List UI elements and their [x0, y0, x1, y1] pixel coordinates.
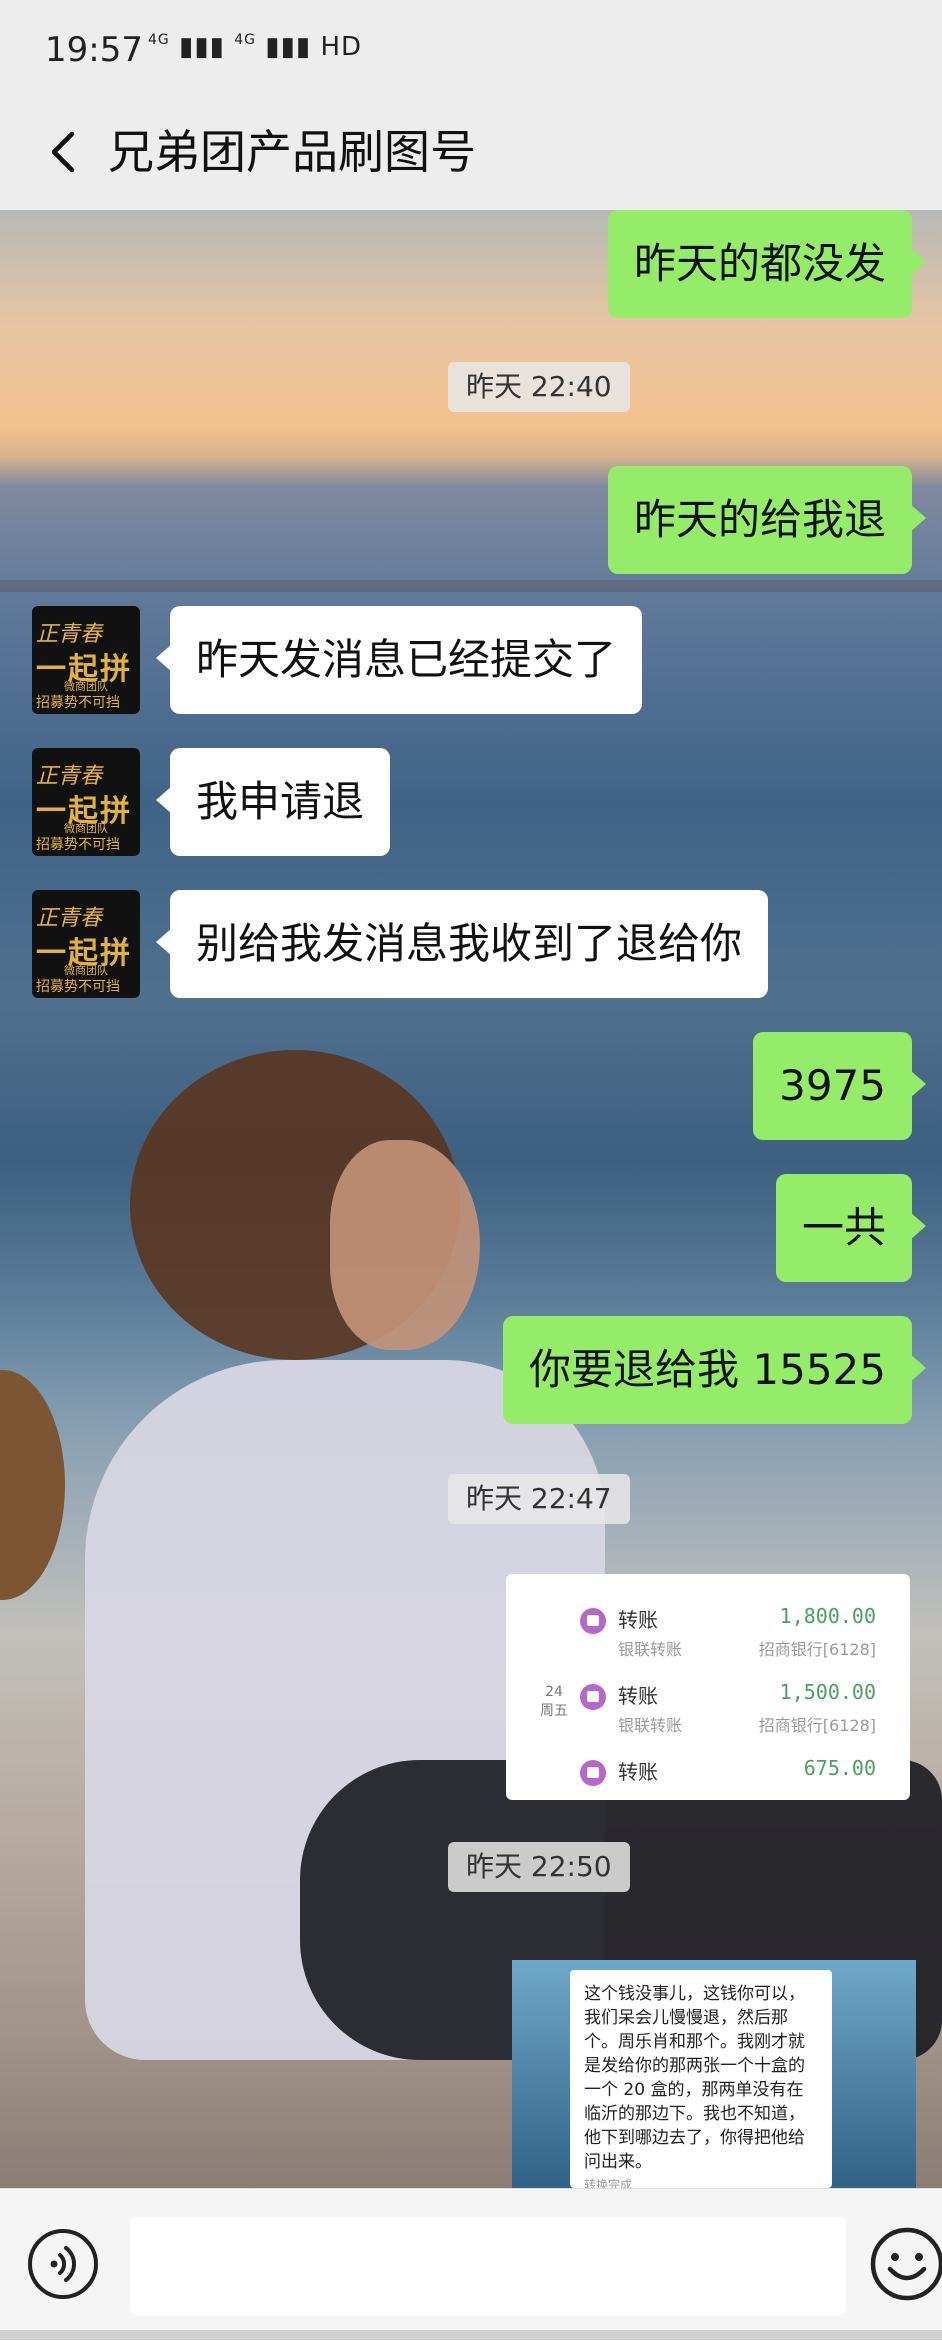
message-input[interactable] — [130, 2217, 846, 2315]
status-time: 19:57 — [45, 30, 143, 70]
message-bubble-sent[interactable]: 昨天的都没发 — [607, 210, 927, 318]
avatar-text: 招募势不可挡 — [36, 837, 120, 853]
chat-header: 兄弟团产品刷图号 — [0, 100, 942, 210]
network-label-2: 4G — [234, 32, 256, 48]
avatar-text: 招募势不可挡 — [36, 979, 120, 995]
voice-input-button[interactable] — [28, 2229, 98, 2299]
message-bubble-received[interactable]: 别给我发消息我收到了退给你 — [155, 890, 769, 998]
transfer-screenshot-image[interactable]: 24 周五 转账 银联转账 1,800.00 招商银行[6128] 转账 银联转… — [506, 1574, 910, 1800]
status-icons: 4G ▮▮▮ 4G ▮▮▮ HD — [148, 32, 362, 62]
transfer-type: 银联转账 — [618, 1716, 683, 1735]
chat-screenshot-footer: 转换完成 — [584, 2178, 633, 2188]
transfer-icon — [580, 1760, 606, 1786]
transfer-bank: 招商银行[6128] — [758, 1716, 876, 1735]
input-bar — [0, 2188, 942, 2341]
timestamp: 昨天 22:47 — [448, 1474, 630, 1524]
emoji-icon[interactable] — [868, 2225, 942, 2303]
transfer-title: 转账 — [618, 1608, 658, 1632]
signal-icon: ▮▮▮ — [179, 32, 225, 62]
transfer-bank: 招商银行[6128] — [758, 1640, 876, 1659]
transfer-icon — [580, 1684, 606, 1710]
chat-title: 兄弟团产品刷图号 — [108, 125, 476, 179]
message-bubble-received[interactable]: 昨天发消息已经提交了 — [155, 606, 643, 714]
chat-screenshot-note: 这个钱没事儿，这钱你可以，我们呆会儿慢慢退，然后那个。周乐肖和那个。我刚才就是发… — [570, 1970, 832, 2188]
message-bubble-received[interactable]: 我申请退 — [155, 748, 391, 856]
back-arrow-icon[interactable] — [34, 122, 94, 182]
message-bubble-sent[interactable]: 3975 — [753, 1032, 926, 1140]
transfer-row: 转账 银联转账 1,500.00 招商银行[6128] — [506, 1680, 910, 1754]
contact-avatar[interactable]: 正青春 一起拼 微商团队 招募势不可挡 — [32, 606, 140, 714]
contact-avatar[interactable]: 正青春 一起拼 微商团队 招募势不可挡 — [32, 890, 140, 998]
background-horizon — [0, 580, 942, 592]
chat-screenshot-text: 这个钱没事儿，这钱你可以，我们呆会儿慢慢退，然后那个。周乐肖和那个。我刚才就是发… — [584, 1984, 805, 2172]
transfer-row: 转账 银联转账 1,800.00 招商银行[6128] — [506, 1604, 910, 1678]
message-bubble-sent[interactable]: 你要退给我 15525 — [503, 1316, 926, 1424]
contact-avatar[interactable]: 正青春 一起拼 微商团队 招募势不可挡 — [32, 748, 140, 856]
transfer-amount: 1,800.00 — [779, 1604, 876, 1628]
message-bubble-sent[interactable]: 一共 — [775, 1174, 927, 1282]
message-bubble-sent[interactable]: 昨天的给我退 — [607, 466, 927, 574]
signal-icon-2: ▮▮▮ — [265, 32, 312, 62]
avatar-text: 招募势不可挡 — [36, 695, 120, 711]
network-label: 4G — [148, 32, 170, 48]
transfer-amount: 1,500.00 — [779, 1680, 876, 1704]
timestamp: 昨天 22:50 — [448, 1842, 630, 1892]
transfer-icon — [580, 1608, 606, 1634]
transfer-type: 银联转账 — [618, 1640, 683, 1659]
system-nav-bar — [0, 2330, 942, 2340]
chat-area[interactable]: 昨天的都没发 昨天 22:40 昨天的给我退 正青春 一起拼 微商团队 招募势不… — [0, 210, 942, 2188]
status-bar: 19:57 4G ▮▮▮ 4G ▮▮▮ HD — [0, 0, 942, 100]
hd-label: HD — [320, 32, 363, 62]
transfer-title: 转账 — [618, 1760, 658, 1784]
background-person-face — [330, 1140, 480, 1350]
transfer-title: 转账 — [618, 1684, 658, 1708]
voice-icon — [50, 2246, 76, 2282]
timestamp: 昨天 22:40 — [448, 362, 630, 412]
transfer-row: 转账 675.00 — [506, 1756, 910, 1800]
transfer-amount: 675.00 — [803, 1756, 876, 1780]
background-rock — [0, 1370, 65, 1600]
